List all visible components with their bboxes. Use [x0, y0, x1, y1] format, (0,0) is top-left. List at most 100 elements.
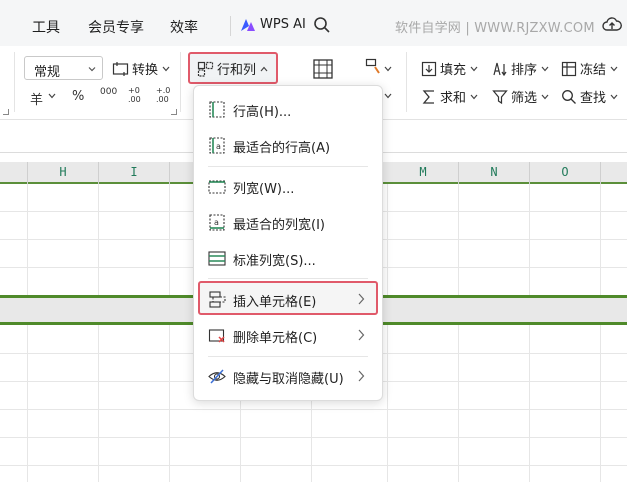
menu-item-label: 插入单元格(E) — [233, 295, 317, 310]
menu-item-autofit-column-width[interactable]: a 最适合的列宽(I) — [194, 205, 382, 239]
menu-item-label: 隐藏与取消隐藏(U) — [233, 372, 344, 387]
chevron-down-icon — [541, 66, 549, 71]
convert-icon — [112, 61, 129, 76]
chevron-down-icon — [470, 66, 478, 71]
column-divider — [27, 162, 28, 184]
menu-item-standard-width[interactable]: 标准列宽(S)... — [194, 241, 382, 275]
sort-button[interactable]: 排序 — [492, 59, 549, 78]
wps-ai-logo-icon — [241, 18, 255, 31]
grid-line — [0, 437, 627, 438]
dialog-launcher-icon[interactable] — [3, 109, 9, 115]
freeze-icon — [561, 61, 577, 76]
thousands-format-button[interactable]: 000 — [100, 87, 117, 97]
number-format-value: 常规 — [34, 65, 61, 80]
delete-cells-icon — [208, 329, 225, 343]
convert-button[interactable]: 转换 — [112, 59, 170, 78]
chevron-down-icon — [541, 94, 549, 99]
search-icon[interactable] — [313, 16, 331, 34]
format-painter-icon[interactable] — [365, 58, 381, 76]
fill-label: 填充 — [440, 63, 467, 78]
column-divider — [98, 162, 99, 184]
menu-item-row-height[interactable]: 行高(H)... — [194, 92, 382, 126]
currency-format-button[interactable]: 羊 — [30, 89, 43, 108]
menu-separator — [208, 356, 368, 357]
menu-divider — [230, 16, 231, 36]
chevron-down-icon — [48, 93, 56, 99]
watermark-text: 软件自学网 | WWW.RJZXW.COM — [395, 21, 595, 36]
sum-button[interactable]: 求和 — [421, 87, 478, 106]
sort-icon — [493, 62, 507, 76]
sum-label: 求和 — [440, 91, 467, 106]
chevron-down-icon — [384, 66, 392, 72]
menu-separator — [208, 166, 368, 167]
ribbon-divider — [406, 52, 407, 112]
fill-button[interactable]: 填充 — [421, 59, 478, 78]
number-format-select[interactable]: 常规 — [24, 56, 103, 80]
chevron-down-icon — [610, 66, 618, 71]
menu-item-autofit-row-height[interactable]: a 最适合的行高(A) — [194, 128, 382, 162]
row-height-icon — [209, 101, 225, 118]
cloud-upload-icon[interactable] — [602, 15, 622, 35]
column-divider — [458, 162, 459, 184]
menu-item-label: 最适合的行高(A) — [233, 141, 331, 156]
chevron-up-icon — [260, 66, 268, 71]
rows-cols-button[interactable]: 行和列 — [197, 59, 268, 78]
sort-label: 排序 — [511, 63, 538, 78]
wps-ai-label: WPS AI — [260, 17, 306, 32]
column-header-m[interactable]: M — [388, 165, 458, 179]
rows-cols-icon — [197, 61, 214, 77]
freeze-label: 冻结 — [580, 63, 607, 78]
insert-cells-icon — [209, 291, 226, 308]
menu-item-hide-unhide[interactable]: 隐藏与取消隐藏(U) — [194, 359, 382, 393]
menu-item-label: 最适合的列宽(I) — [233, 218, 325, 233]
grid-line — [0, 409, 627, 410]
chevron-right-icon — [358, 370, 365, 382]
column-header-o[interactable]: O — [530, 165, 600, 179]
find-icon — [562, 89, 576, 104]
menu-item-column-width[interactable]: 列宽(W)... — [194, 169, 382, 203]
convert-label: 转换 — [132, 63, 159, 78]
column-divider — [529, 162, 530, 184]
menu-item-insert-cells[interactable]: 插入单元格(E) — [194, 282, 382, 316]
svg-text:a: a — [216, 142, 221, 151]
menu-separator — [208, 278, 368, 279]
chevron-right-icon — [358, 293, 365, 305]
column-header-n[interactable]: N — [459, 165, 529, 179]
increase-decimal-button[interactable]: +0 .00 — [128, 86, 144, 104]
ribbon-divider — [180, 52, 181, 112]
autofit-row-height-icon: a — [209, 137, 225, 154]
chevron-down-icon — [384, 93, 392, 99]
column-divider — [169, 162, 170, 184]
column-header-h[interactable]: H — [28, 165, 98, 179]
menu-item-label: 标准列宽(S)... — [233, 254, 316, 269]
chevron-down-icon — [470, 94, 478, 99]
menu-member[interactable]: 会员专享 — [88, 17, 144, 37]
rows-cols-label: 行和列 — [217, 63, 257, 78]
menu-item-label: 行高(H)... — [233, 105, 292, 120]
column-header-i[interactable]: I — [99, 165, 169, 179]
percent-format-button[interactable]: % — [72, 89, 84, 104]
svg-text:a: a — [214, 218, 219, 227]
decrease-decimal-button[interactable]: +.0 .00 — [156, 86, 172, 104]
find-label: 查找 — [580, 91, 607, 106]
menu-item-delete-cells[interactable]: 删除单元格(C) — [194, 318, 382, 352]
menu-efficiency[interactable]: 效率 — [170, 17, 198, 37]
hide-unhide-icon — [208, 369, 226, 384]
standard-width-icon — [208, 251, 226, 266]
chevron-right-icon — [358, 329, 365, 341]
filter-label: 筛选 — [511, 91, 538, 106]
chevron-down-icon — [610, 94, 618, 99]
column-width-icon — [208, 180, 226, 194]
sum-icon — [422, 89, 434, 104]
ribbon-divider — [14, 52, 15, 112]
dialog-launcher-icon[interactable] — [171, 109, 177, 115]
filter-button[interactable]: 筛选 — [492, 87, 549, 106]
find-button[interactable]: 查找 — [561, 87, 618, 106]
worksheet-icon[interactable] — [312, 58, 334, 80]
freeze-button[interactable]: 冻结 — [561, 59, 618, 78]
grid-line — [0, 465, 627, 466]
autofit-column-width-icon: a — [209, 214, 225, 231]
menu-tools[interactable]: 工具 — [32, 17, 60, 37]
menu-item-label: 删除单元格(C) — [233, 331, 318, 346]
wps-ai-button[interactable]: WPS AI — [240, 17, 306, 32]
